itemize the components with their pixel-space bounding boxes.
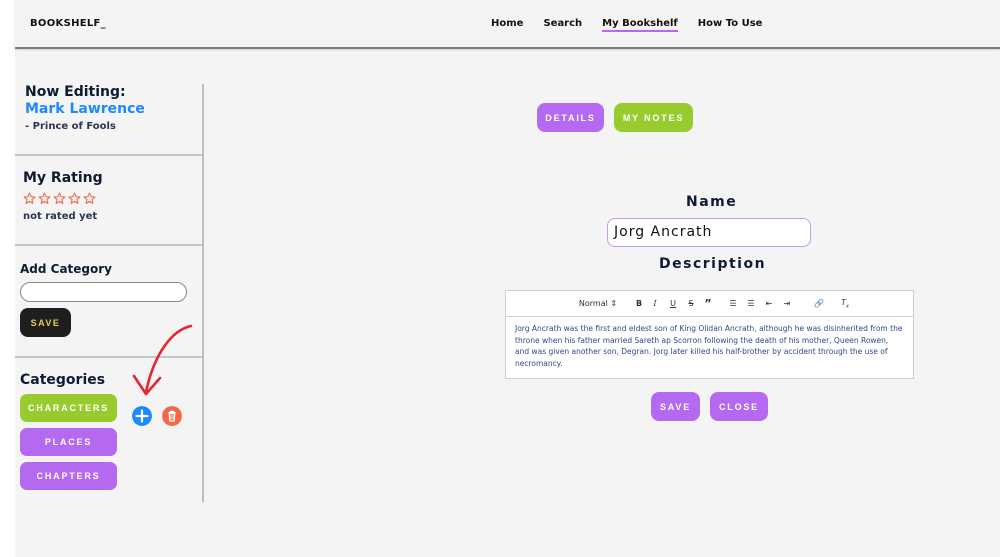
star-rating[interactable] [23, 192, 194, 205]
clear-format-icon[interactable]: Tx [836, 298, 854, 310]
name-label: Name [686, 194, 738, 210]
blockquote-icon[interactable]: ” [700, 297, 716, 310]
format-select-value: Normal [578, 299, 608, 308]
nav-search[interactable]: Search [543, 18, 582, 32]
star-outline-icon[interactable] [53, 192, 66, 205]
star-outline-icon[interactable] [83, 192, 96, 205]
nav-my-bookshelf[interactable]: My Bookshelf [602, 18, 678, 32]
tab-my-notes[interactable]: MY NOTES [614, 103, 693, 132]
main-nav: Home Search My Bookshelf How To Use [491, 18, 762, 32]
indent-icon[interactable]: ⇥ [778, 299, 796, 308]
star-outline-icon[interactable] [38, 192, 51, 205]
rating-section: My Rating not rated yet [15, 156, 202, 246]
italic-icon[interactable]: I [646, 299, 664, 308]
top-nav-bar: BOOKSHELF_ Home Search My Bookshelf How … [15, 0, 1000, 49]
ordered-list-icon[interactable]: ☰ [724, 299, 742, 308]
editor-toolbar: Normal ⇕ B I U S ” ☰ ☰ ⇤ ⇥ 🔗 Tx [506, 291, 913, 317]
format-select[interactable]: Normal ⇕ [576, 299, 620, 308]
nav-how-to-use[interactable]: How To Use [698, 18, 763, 32]
name-input[interactable]: Jorg Ancrath [607, 218, 811, 247]
red-arrow-annotation-icon [132, 324, 193, 396]
brand-logo[interactable]: BOOKSHELF_ [30, 18, 106, 29]
now-editing-label: Now Editing: [25, 84, 126, 100]
author-name: Mark Lawrence [25, 101, 145, 117]
description-label: Description [659, 256, 767, 272]
book-title: - Prince of Fools [25, 121, 116, 132]
select-arrows-icon: ⇕ [610, 299, 618, 308]
category-characters[interactable]: CHARACTERS [20, 394, 117, 422]
detail-tabs: DETAILS MY NOTES [537, 103, 693, 132]
description-editor: Normal ⇕ B I U S ” ☰ ☰ ⇤ ⇥ 🔗 Tx Jorg Anc… [505, 290, 914, 379]
category-chapters[interactable]: CHAPTERS [20, 462, 117, 490]
sidebar: Now Editing: Mark Lawrence - Prince of F… [15, 84, 204, 502]
add-category-icon[interactable] [132, 406, 152, 426]
category-places[interactable]: PLACES [20, 428, 117, 456]
page: BOOKSHELF_ Home Search My Bookshelf How … [15, 0, 1000, 557]
tab-details[interactable]: DETAILS [537, 103, 604, 132]
rating-text: not rated yet [23, 211, 98, 222]
close-button[interactable]: CLOSE [710, 392, 768, 421]
add-category-heading: Add Category [20, 262, 112, 276]
description-text[interactable]: Jorg Ancrath was the first and eldest so… [506, 317, 913, 375]
bullet-list-icon[interactable]: ☰ [742, 299, 760, 308]
strikethrough-icon[interactable]: S [682, 299, 700, 308]
delete-category-icon[interactable] [162, 406, 182, 426]
underline-icon[interactable]: U [664, 299, 682, 308]
outdent-icon[interactable]: ⇤ [760, 299, 778, 308]
star-outline-icon[interactable] [23, 192, 36, 205]
save-category-button[interactable]: SAVE [20, 308, 71, 337]
link-icon[interactable]: 🔗 [810, 299, 828, 308]
star-outline-icon[interactable] [68, 192, 81, 205]
add-category-input[interactable] [20, 282, 187, 302]
rating-heading: My Rating [23, 170, 103, 186]
nav-home[interactable]: Home [491, 18, 523, 32]
bold-icon[interactable]: B [632, 299, 646, 308]
now-editing-section: Now Editing: Mark Lawrence - Prince of F… [15, 84, 202, 156]
save-button[interactable]: SAVE [651, 392, 700, 421]
